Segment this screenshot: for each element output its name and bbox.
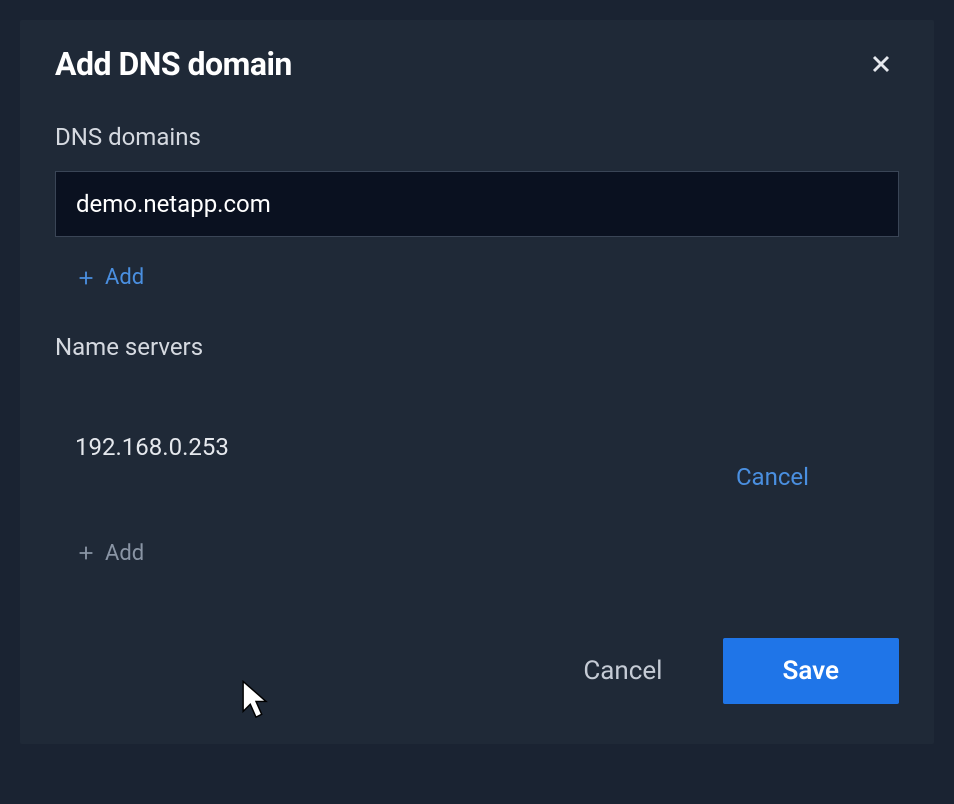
add-nameserver-button[interactable]: Add [75,541,144,566]
name-servers-section: Name servers 192.168.0.253 Cancel Add [55,333,899,569]
plus-icon [75,267,97,289]
name-servers-label: Name servers [55,333,899,361]
dns-domains-label: DNS domains [55,123,899,151]
cancel-button[interactable]: Cancel [583,656,662,686]
save-button[interactable]: Save [723,638,900,704]
plus-icon [75,542,97,564]
dns-domains-section: DNS domains Add [55,123,899,293]
dialog-header: Add DNS domain [55,45,899,83]
close-button[interactable] [863,46,899,82]
dialog-title: Add DNS domain [55,45,292,83]
add-dns-domain-dialog: Add DNS domain DNS domains Add Name serv… [20,20,934,744]
close-icon [867,50,895,78]
nameserver-cancel-button[interactable]: Cancel [736,463,809,491]
nameserver-row: 192.168.0.253 Cancel [55,381,899,513]
dialog-footer: Cancel Save [55,638,899,704]
nameserver-value: 192.168.0.253 [75,433,229,461]
add-domain-button[interactable]: Add [75,265,144,290]
dns-domain-input[interactable] [55,171,899,237]
add-nameserver-label: Add [105,541,144,566]
add-domain-label: Add [105,265,144,290]
